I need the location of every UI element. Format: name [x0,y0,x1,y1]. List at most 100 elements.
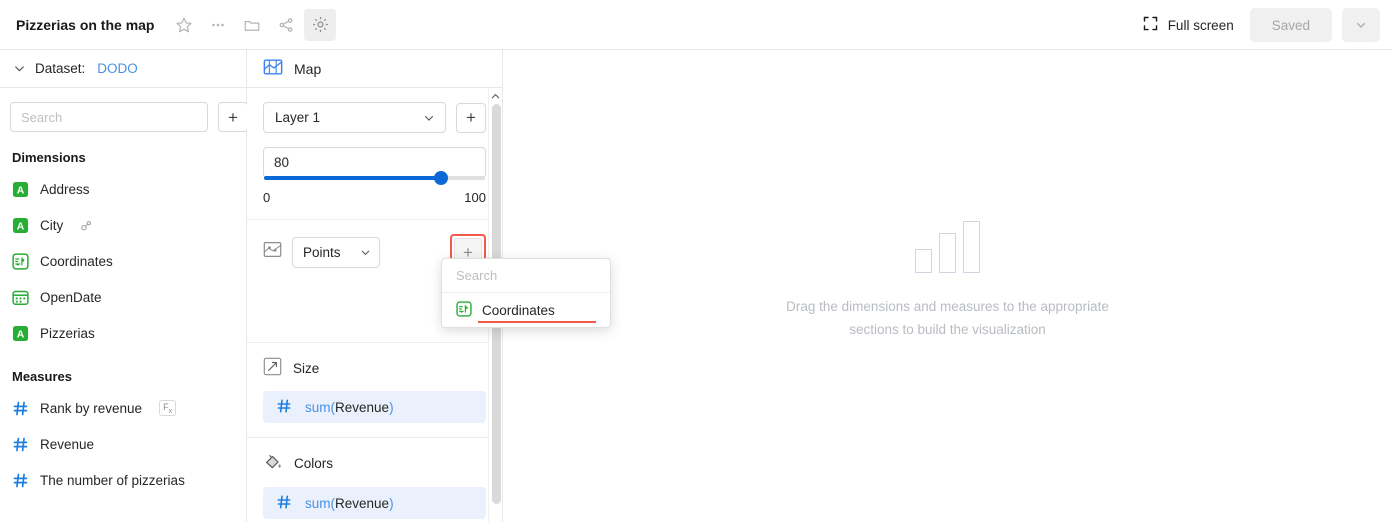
dimension-label: City [40,217,64,233]
colors-header: Colors [263,452,486,475]
size-label: Size [293,360,320,376]
dataset-sidebar: Dataset: DODO + Dimensions A Address A C… [0,50,248,522]
empty-state: Drag the dimensions and measures to the … [783,220,1113,341]
scroll-up-icon[interactable] [489,88,502,102]
dimension-label: Coordinates [40,253,113,269]
dimension-label: Pizzerias [40,325,95,341]
opacity-slider-thumb[interactable] [433,171,448,185]
colors-label: Colors [294,456,334,471]
dimension-item-pizzerias[interactable]: A Pizzerias [0,315,246,351]
dataset-selector[interactable]: Dataset: DODO [0,50,246,88]
layer-select[interactable]: Layer 1 [263,102,446,133]
geopoint-icon [12,252,29,270]
top-bar: Pizzerias on the map Full screen Saved [0,0,1392,50]
main-body: Dataset: DODO + Dimensions A Address A C… [0,50,1392,522]
favorite-star-icon[interactable] [168,9,200,41]
link-icon [79,218,94,233]
size-field-chip[interactable]: sum(Revenue) [263,391,486,423]
popup-search-input[interactable]: Search [442,259,610,293]
empty-state-bar [915,248,932,273]
share-icon[interactable] [270,9,302,41]
measure-label: Rank by revenue [40,400,143,416]
dimension-label: Address [40,181,90,197]
field-picker-popup: Search Coordinates [441,258,611,328]
page-title: Pizzerias on the map [16,16,155,33]
dimension-item-address[interactable]: A Address [0,171,246,207]
dimension-item-coordinates[interactable]: Coordinates [0,243,246,279]
more-options-icon[interactable] [202,9,234,41]
chevron-down-icon [12,61,27,76]
text-field-icon: A [12,217,29,234]
save-options-chevron-down-icon[interactable] [1342,8,1380,42]
layer-select-value: Layer 1 [275,110,321,125]
colors-field-chip[interactable]: sum(Revenue) [263,487,486,519]
opacity-slider-group [263,147,486,185]
folder-icon[interactable] [236,9,268,41]
svg-text:A: A [17,185,25,196]
text-field-icon: A [12,181,29,198]
colors-section: Colors sum(Revenue) [247,438,502,522]
layer-row: Layer 1 + [263,102,486,133]
number-field-icon [12,472,29,489]
slider-range-labels: 0 100 [263,190,486,205]
size-section: Size sum(Revenue) [247,343,502,438]
svg-text:A: A [17,329,25,340]
number-field-icon [276,398,292,417]
measure-item-rank-by-revenue[interactable]: Rank by revenue Fx [0,390,246,426]
dimension-label: OpenDate [40,289,102,305]
dimension-item-city[interactable]: A City [0,207,246,243]
chevron-down-icon [422,111,436,125]
size-icon [263,357,282,379]
date-field-icon [12,289,29,306]
measure-item-revenue[interactable]: Revenue [0,426,246,462]
add-field-button[interactable]: + [218,102,248,132]
measure-label: Revenue [40,436,95,452]
add-layer-button[interactable]: + [456,102,486,133]
geopoint-icon [456,300,472,320]
text-field-icon: A [12,325,29,342]
chevron-down-icon [359,246,372,259]
dataset-name: DODO [97,61,138,76]
number-field-icon [276,494,292,513]
dimensions-heading: Dimensions [12,150,86,165]
geolayer-type-icon [263,240,282,264]
measure-label: The number of pizzerias [40,472,185,488]
dataset-label: Dataset: [35,61,86,76]
paint-bucket-icon [263,452,283,475]
geolayer-type-select[interactable]: Points [292,236,380,268]
size-chip-field: Revenue [335,399,390,415]
map-chart-icon [263,57,283,80]
colors-chip-fn: sum [305,495,331,511]
number-field-icon [12,400,29,417]
app-root: Pizzerias on the map Full screen Saved D… [0,0,1392,522]
colors-chip-close: ) [389,495,394,511]
search-input[interactable] [10,102,208,132]
colors-chip-text: sum(Revenue) [305,496,394,511]
title-actions [168,8,337,41]
settings-gear-icon[interactable] [304,8,337,41]
number-field-icon [12,436,29,453]
empty-state-bar [939,232,956,273]
popup-item-label: Coordinates [482,302,555,318]
fullscreen-button[interactable]: Full screen [1136,11,1240,39]
opacity-input[interactable] [263,147,486,178]
saved-button[interactable]: Saved [1249,8,1332,42]
popup-item-coordinates[interactable]: Coordinates [442,293,610,327]
fullscreen-icon [1142,15,1159,35]
measure-item-number-of-pizzerias[interactable]: The number of pizzerias [0,462,246,498]
size-chip-fn: sum [305,399,331,415]
size-chip-close: ) [389,399,394,415]
fullscreen-label: Full screen [1167,17,1234,33]
opacity-slider-fill [264,176,441,180]
empty-state-chart-icon [915,220,980,273]
geolayer-type-value: Points [303,244,341,260]
slider-min-label: 0 [263,190,271,205]
tab-map[interactable]: Map [247,50,502,88]
dimension-item-opendate[interactable]: OpenDate [0,279,246,315]
opacity-slider-track[interactable] [264,171,485,185]
empty-state-bar [963,220,980,273]
colors-chip-field: Revenue [335,495,390,511]
field-search-row: + [0,88,248,142]
slider-max-label: 100 [464,190,486,205]
measures-heading: Measures [12,369,72,384]
